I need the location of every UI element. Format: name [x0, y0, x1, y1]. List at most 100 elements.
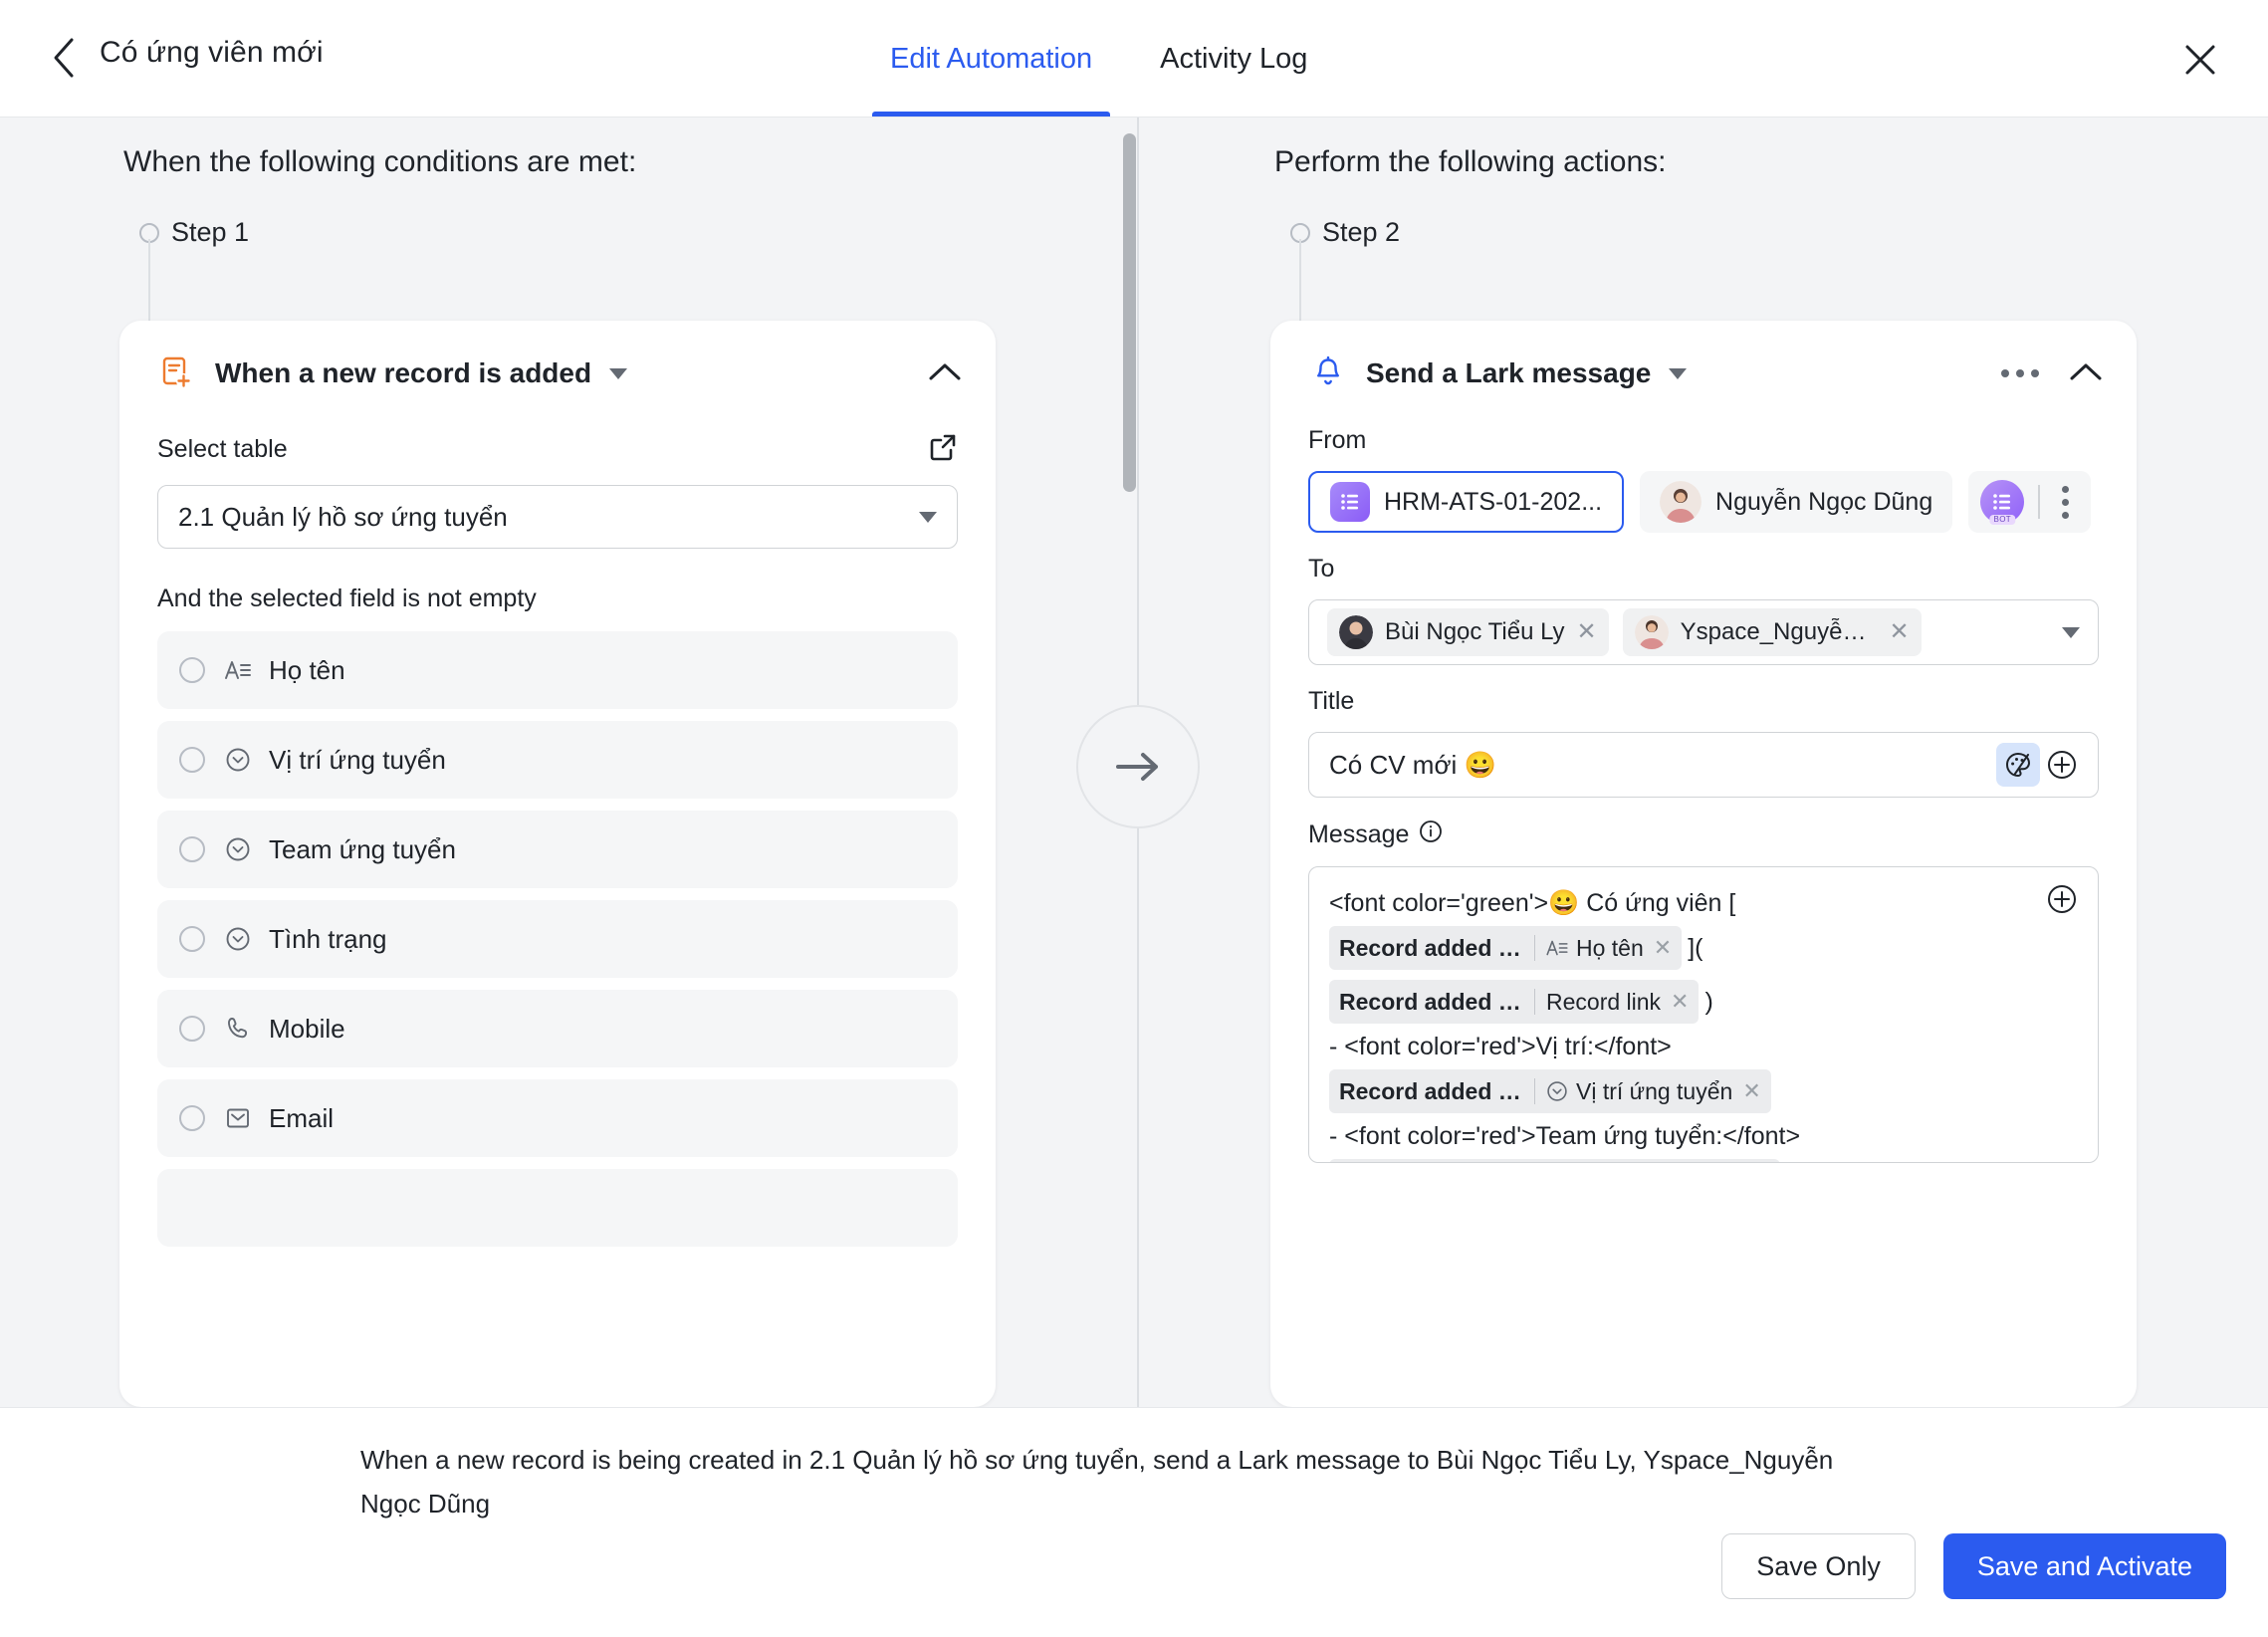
close-icon[interactable]: ✕ [1671, 991, 1689, 1013]
from-bot-chip[interactable]: BOT [1968, 471, 2092, 533]
action-card: Send a Lark message From HRM-ATS-01-202.… [1270, 321, 2137, 1407]
select-table-label: Select table [157, 435, 288, 463]
conditions-heading: When the following conditions are met: [123, 145, 637, 178]
action-title: Send a Lark message [1366, 357, 1652, 388]
list-item[interactable]: Vị trí ứng tuyển [157, 721, 958, 799]
single-select-icon [223, 834, 253, 864]
chevron-left-icon [54, 38, 74, 78]
message-line: Record added i... Vị trí ứng tuyển ✕ [1329, 1064, 2078, 1118]
table-select[interactable]: 2.1 Quản lý hồ sơ ứng tuyển [157, 485, 958, 549]
back-button[interactable] [40, 34, 88, 82]
list-item[interactable]: Mobile [157, 990, 958, 1067]
step-1-label: Step 1 [171, 217, 250, 247]
field-not-empty-label: And the selected field is not empty [157, 585, 537, 612]
action-card-actions [2001, 321, 2103, 426]
close-icon[interactable]: ✕ [1654, 937, 1672, 959]
message-token[interactable]: Record added i... Vị trí ứng tuyển ✕ [1329, 1069, 1771, 1113]
token-field: Vị trí ứng tuyển [1576, 1078, 1733, 1104]
token-source: Record added i... [1339, 935, 1523, 961]
more-vertical-icon[interactable] [2054, 485, 2077, 519]
message-token[interactable]: Record added i... Team ứng tuyển ✕ [1329, 1159, 1780, 1162]
table-select-value: 2.1 Quản lý hồ sơ ứng tuyển [178, 501, 508, 532]
radio-icon[interactable] [179, 926, 205, 952]
message-text: <font color='green'>😀 Có ứng viên [ [1329, 889, 1736, 917]
token-source: Record added i... [1339, 1078, 1523, 1104]
recipient-label: Yspace_Nguyễn Ngọ... [1680, 618, 1878, 645]
close-button[interactable] [2174, 34, 2226, 86]
list-item[interactable]: Họ tên [157, 631, 958, 709]
divider [1534, 935, 1535, 961]
tab-activity-log[interactable]: Activity Log [1126, 0, 1341, 117]
caret-down-icon[interactable] [2062, 626, 2080, 638]
message-editor[interactable]: <font color='green'>😀 Có ứng viên [ Reco… [1308, 866, 2099, 1163]
close-icon[interactable]: ✕ [1890, 620, 1910, 644]
bell-icon [1308, 353, 1348, 393]
single-select-icon [223, 924, 253, 954]
chevron-up-icon[interactable] [928, 360, 962, 387]
save-and-activate-button[interactable]: Save and Activate [1942, 1533, 2226, 1599]
message-text: - <font color='red'>Team ứng tuyển:</fon… [1329, 1122, 1801, 1150]
message-label: Message [1308, 820, 1410, 848]
automation-editor-window: Có ứng viên mới Edit Automation Activity… [0, 0, 2268, 1637]
recipient-chip[interactable]: Bùi Ngọc Tiểu Ly ✕ [1327, 608, 1609, 656]
recipient-label: Bùi Ngọc Tiểu Ly [1385, 618, 1565, 645]
caret-down-icon[interactable] [609, 367, 628, 379]
caret-down-icon[interactable] [1669, 367, 1688, 379]
scrollbar-thumb[interactable] [1123, 133, 1136, 492]
step-1-row: Step 1 [139, 217, 249, 248]
from-option-app[interactable]: HRM-ATS-01-202... [1308, 471, 1625, 533]
to-input[interactable]: Bùi Ngọc Tiểu Ly ✕ Yspace_Nguyễn ✕ [1308, 599, 2099, 665]
from-option-label: HRM-ATS-01-202... [1384, 487, 1603, 516]
title-input[interactable]: Có CV mới 😀 [1308, 732, 2099, 798]
message-token[interactable]: Record added i... Record link ✕ [1329, 980, 1700, 1024]
close-icon[interactable]: ✕ [1577, 620, 1597, 644]
list-item[interactable] [157, 1169, 958, 1247]
close-icon [2185, 45, 2215, 75]
from-section: From HRM-ATS-01-202... Nguyễn Ngọc Dũng … [1270, 426, 2137, 533]
plus-circle-icon[interactable] [2046, 883, 2078, 920]
plus-circle-icon[interactable] [2040, 743, 2084, 787]
window-footer: When a new record is being created in 2.… [0, 1407, 2268, 1637]
list-item[interactable]: Email [157, 1079, 958, 1157]
chevron-up-icon[interactable] [2069, 360, 2103, 387]
list-item-label: Email [269, 1102, 335, 1133]
more-horizontal-icon[interactable] [2001, 369, 2039, 377]
message-label-row: Message [1308, 819, 2099, 850]
token-field: Họ tên [1576, 935, 1644, 961]
list-item[interactable]: Tình trạng [157, 900, 958, 978]
avatar [1660, 481, 1702, 523]
radio-icon[interactable] [179, 657, 205, 683]
actions-heading: Perform the following actions: [1274, 145, 1667, 178]
app-icon [1330, 482, 1370, 522]
trigger-card-header: When a new record is added [119, 321, 996, 426]
close-icon[interactable]: ✕ [1742, 1080, 1760, 1102]
radio-icon[interactable] [179, 1016, 205, 1042]
message-text: ]( [1688, 934, 1703, 962]
palette-icon[interactable] [1996, 743, 2040, 787]
list-item[interactable]: Team ứng tuyển [157, 811, 958, 888]
text-field-icon [223, 655, 253, 685]
tab-edit-automation[interactable]: Edit Automation [856, 0, 1126, 117]
info-icon[interactable] [1419, 819, 1443, 850]
save-only-button[interactable]: Save Only [1721, 1533, 1916, 1599]
editor-body: When the following conditions are met: S… [0, 117, 2268, 1407]
radio-icon[interactable] [179, 747, 205, 773]
conditions-panel: When the following conditions are met: S… [0, 117, 1123, 1407]
message-text: - <font color='red'>Vị trí:</font> [1329, 1033, 1672, 1060]
message-line: <font color='green'>😀 Có ứng viên [ [1329, 885, 2078, 921]
action-card-header: Send a Lark message [1270, 321, 2137, 426]
radio-icon[interactable] [179, 1105, 205, 1131]
recipient-chip[interactable]: Yspace_Nguyễn Ngọ... ✕ [1622, 608, 1922, 656]
bot-badge: BOT [1989, 515, 2015, 525]
message-token[interactable]: Record added i... Họ tên ✕ [1329, 926, 1683, 970]
single-select-icon [223, 745, 253, 775]
from-option-user[interactable]: Nguyễn Ngọc Dũng [1640, 471, 1953, 533]
radio-icon[interactable] [179, 836, 205, 862]
list-item-label: Họ tên [269, 654, 345, 685]
avatar [1339, 615, 1373, 649]
external-link-icon[interactable] [928, 432, 958, 467]
field-not-empty-row: And the selected field is not empty [119, 585, 996, 613]
list-item-label: Mobile [269, 1013, 345, 1044]
title-section: Title Có CV mới 😀 [1270, 687, 2137, 798]
token-field: Record link [1546, 989, 1662, 1015]
